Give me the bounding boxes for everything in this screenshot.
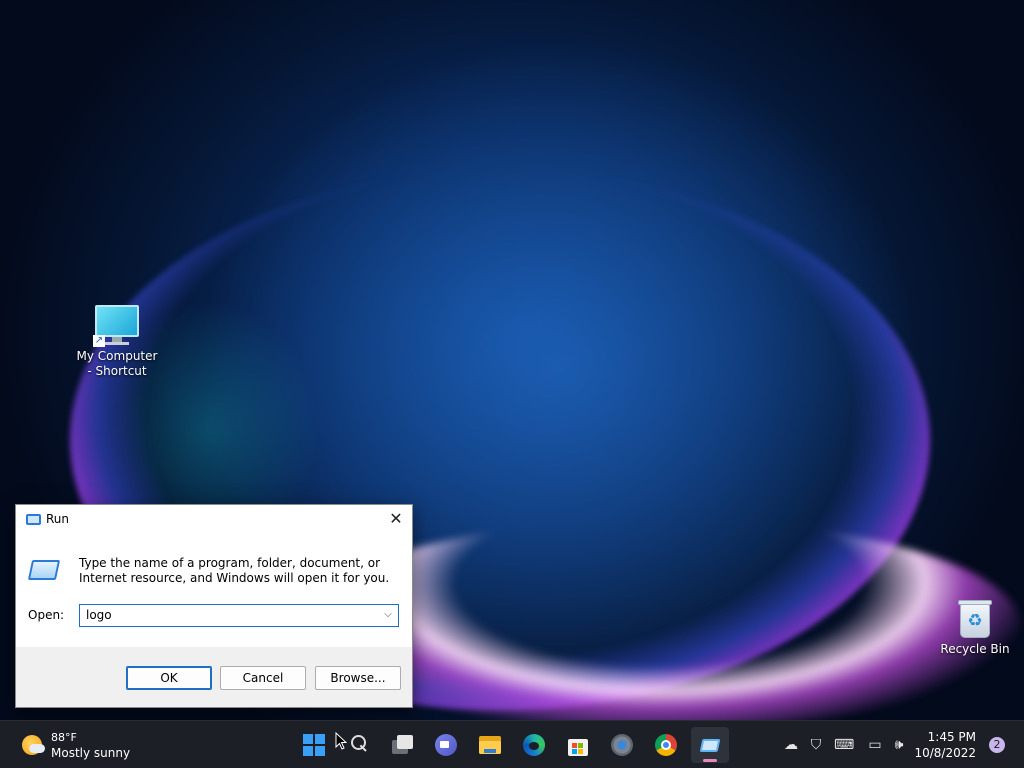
edge-icon <box>523 734 545 756</box>
volume-icon[interactable]: 🕪 <box>890 736 908 754</box>
taskbar-chrome-button[interactable] <box>647 727 685 763</box>
recycle-bin-icon: ♻ <box>958 598 992 640</box>
desktop-icon-label: Recycle Bin <box>940 642 1010 656</box>
gear-icon <box>611 734 633 756</box>
desktop-icon-my-computer[interactable]: ↗ My Computer - Shortcut <box>75 305 159 379</box>
taskbar-file-explorer-button[interactable] <box>471 727 509 763</box>
teams-chat-icon <box>435 734 457 756</box>
notification-badge[interactable]: 2 <box>989 737 1005 753</box>
run-program-icon <box>27 560 61 582</box>
shortcut-arrow-icon: ↗ <box>93 335 105 347</box>
chevron-down-icon[interactable]: ⌵ <box>382 608 394 622</box>
active-app-indicator <box>703 759 717 762</box>
run-icon <box>699 734 721 756</box>
taskbar: 88°F Mostly sunny ☁ ⛉ ⌨ ▭ 🕪 1:45 PM 10/8… <box>0 720 1024 768</box>
chrome-icon <box>655 734 677 756</box>
windows-start-icon <box>303 734 325 756</box>
run-titlebar[interactable]: Run ✕ <box>16 505 412 535</box>
taskbar-settings-button[interactable] <box>603 727 641 763</box>
weather-temperature: 88°F <box>51 731 77 744</box>
cancel-button[interactable]: Cancel <box>220 666 306 690</box>
computer-monitor-icon: ↗ <box>93 305 139 347</box>
ok-button[interactable]: OK <box>126 666 212 690</box>
run-dialog: Run ✕ Type the name of a program, folder… <box>15 504 413 708</box>
network-icon[interactable]: ▭ <box>866 736 884 754</box>
clock-date[interactable]: 10/8/2022 <box>914 746 976 760</box>
run-description: Type the name of a program, folder, docu… <box>79 556 390 585</box>
open-combobox[interactable]: logo ⌵ <box>79 604 399 627</box>
store-icon <box>567 734 589 756</box>
taskbar-task-view-button[interactable] <box>383 727 421 763</box>
run-footer: OK Cancel Browse... <box>16 647 412 707</box>
taskbar-start-button[interactable] <box>295 727 333 763</box>
task-view-icon <box>391 734 413 756</box>
open-label: Open: <box>28 608 65 622</box>
open-input[interactable]: logo <box>86 608 112 622</box>
taskbar-store-button[interactable] <box>559 727 597 763</box>
browse-button[interactable]: Browse... <box>315 666 401 690</box>
desktop-icon-label: My Computer <box>76 349 158 363</box>
mouse-cursor-icon <box>335 732 347 750</box>
run-icon <box>26 514 41 525</box>
keyboard-icon[interactable]: ⌨ <box>834 736 854 754</box>
desktop-icon-recycle-bin[interactable]: ♻ Recycle Bin <box>933 598 1017 657</box>
taskbar-edge-button[interactable] <box>515 727 553 763</box>
close-button[interactable]: ✕ <box>380 505 412 533</box>
cloud-icon <box>29 744 45 753</box>
onedrive-cloud-icon[interactable]: ☁ <box>782 736 800 754</box>
close-icon: ✕ <box>389 509 403 528</box>
run-title: Run <box>46 512 70 526</box>
desktop-icon-label-line2: - Shortcut <box>87 364 147 378</box>
folder-icon <box>479 734 501 756</box>
weather-condition: Mostly sunny <box>51 746 131 760</box>
clock-time[interactable]: 1:45 PM <box>928 730 976 744</box>
search-icon <box>347 734 369 756</box>
security-shield-icon[interactable]: ⛉ <box>807 736 825 754</box>
taskbar-run-button[interactable] <box>691 727 729 763</box>
taskbar-chat-button[interactable] <box>427 727 465 763</box>
